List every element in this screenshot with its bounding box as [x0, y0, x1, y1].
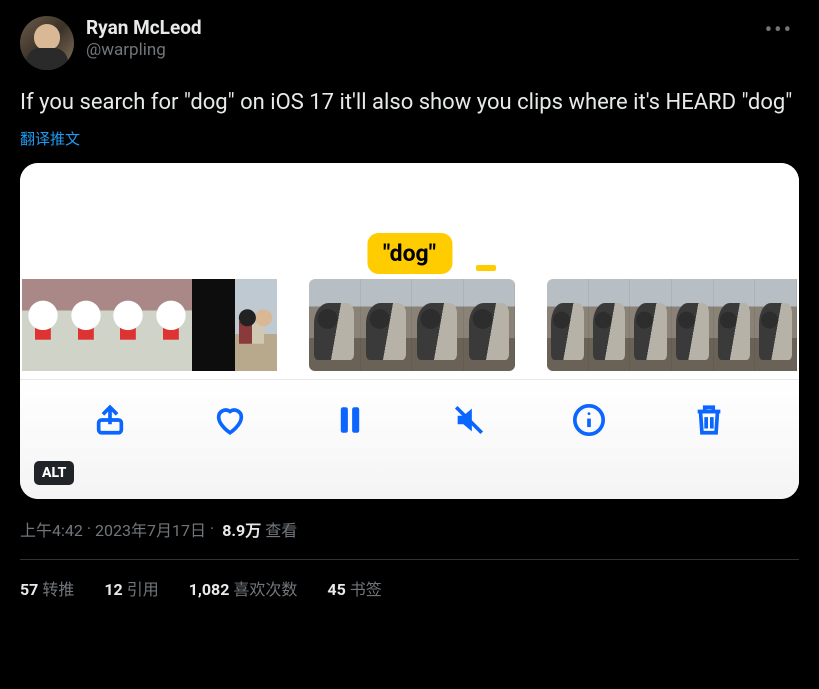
- share-button[interactable]: [90, 400, 130, 440]
- alt-badge[interactable]: ALT: [34, 461, 74, 485]
- stats-row: 57转推 12 引用 1,082喜欢次数 45 书签: [20, 560, 799, 616]
- author-block: Ryan McLeod @warpling: [86, 16, 202, 61]
- thumbnail-frame: [589, 279, 631, 371]
- like-button[interactable]: [210, 400, 250, 440]
- caption-tag: "dog": [367, 233, 452, 274]
- pause-button[interactable]: [330, 400, 370, 440]
- media-card[interactable]: "dog": [20, 163, 799, 499]
- pause-icon: [333, 403, 367, 437]
- display-name[interactable]: Ryan McLeod: [86, 16, 202, 40]
- bookmarks-stat[interactable]: 45 书签: [327, 576, 381, 600]
- media-toolbar: [20, 379, 799, 499]
- thumbnail-frame: [235, 279, 278, 371]
- delete-button[interactable]: [689, 400, 729, 440]
- stat-count: 1,082: [189, 580, 230, 599]
- thumbnail-frame: [547, 279, 589, 371]
- tweet: Ryan McLeod @warpling ••• If you search …: [0, 0, 819, 616]
- share-icon: [93, 403, 127, 437]
- thumbnail-frame: [755, 279, 797, 371]
- quotes-stat[interactable]: 12 引用: [104, 576, 158, 600]
- thumbnail-frame: [630, 279, 672, 371]
- trash-icon: [692, 403, 726, 437]
- thumbnail-frame: [714, 279, 756, 371]
- mute-button[interactable]: [449, 400, 489, 440]
- thumbnail-frame: [464, 279, 516, 371]
- retweets-stat[interactable]: 57转推: [20, 576, 74, 600]
- video-timeline[interactable]: [20, 279, 799, 374]
- info-button[interactable]: [569, 400, 609, 440]
- thumbnail-frame: [672, 279, 714, 371]
- date[interactable]: 2023年7月17日: [95, 517, 206, 541]
- stat-label: 书签: [350, 580, 382, 599]
- likes-stat[interactable]: 1,082喜欢次数: [189, 576, 298, 600]
- tweet-text: If you search for "dog" on iOS 17 it'll …: [20, 88, 799, 118]
- timestamp[interactable]: 上午4:42: [20, 517, 83, 541]
- stat-label: 引用: [127, 580, 159, 599]
- thumbnail-frame: [192, 279, 235, 371]
- heart-icon: [213, 403, 247, 437]
- handle[interactable]: @warpling: [86, 40, 202, 61]
- tweet-meta: 上午4:42 · 2023年7月17日 · 8.9万 查看: [20, 517, 799, 560]
- more-button[interactable]: •••: [759, 16, 799, 45]
- stat-count: 45: [327, 580, 345, 599]
- media-top: "dog": [20, 163, 799, 279]
- avatar[interactable]: [20, 16, 74, 70]
- thumbnail-frame: [309, 279, 361, 371]
- views-count[interactable]: 8.9万: [222, 517, 261, 541]
- thumbnail-frame: [361, 279, 413, 371]
- clip-group: [309, 279, 515, 371]
- stat-count: 12: [104, 580, 122, 599]
- stat-label: 转推: [42, 580, 74, 599]
- translate-link[interactable]: 翻译推文: [20, 128, 799, 149]
- thumbnail-frame: [22, 279, 65, 371]
- clip-group: [547, 279, 797, 371]
- views-label: 查看: [265, 517, 297, 541]
- thumbnail-frame: [65, 279, 108, 371]
- mute-icon: [452, 403, 486, 437]
- thumbnail-frame: [107, 279, 150, 371]
- thumbnail-frame: [150, 279, 193, 371]
- thumbnail-frame: [412, 279, 464, 371]
- stat-label: 喜欢次数: [233, 580, 297, 599]
- clip-group: [22, 279, 277, 371]
- stat-count: 57: [20, 580, 38, 599]
- tweet-header: Ryan McLeod @warpling •••: [20, 16, 799, 70]
- meta-separator: ·: [210, 519, 214, 538]
- info-icon: [572, 403, 606, 437]
- more-icon: •••: [765, 18, 793, 43]
- meta-separator: ·: [87, 519, 91, 538]
